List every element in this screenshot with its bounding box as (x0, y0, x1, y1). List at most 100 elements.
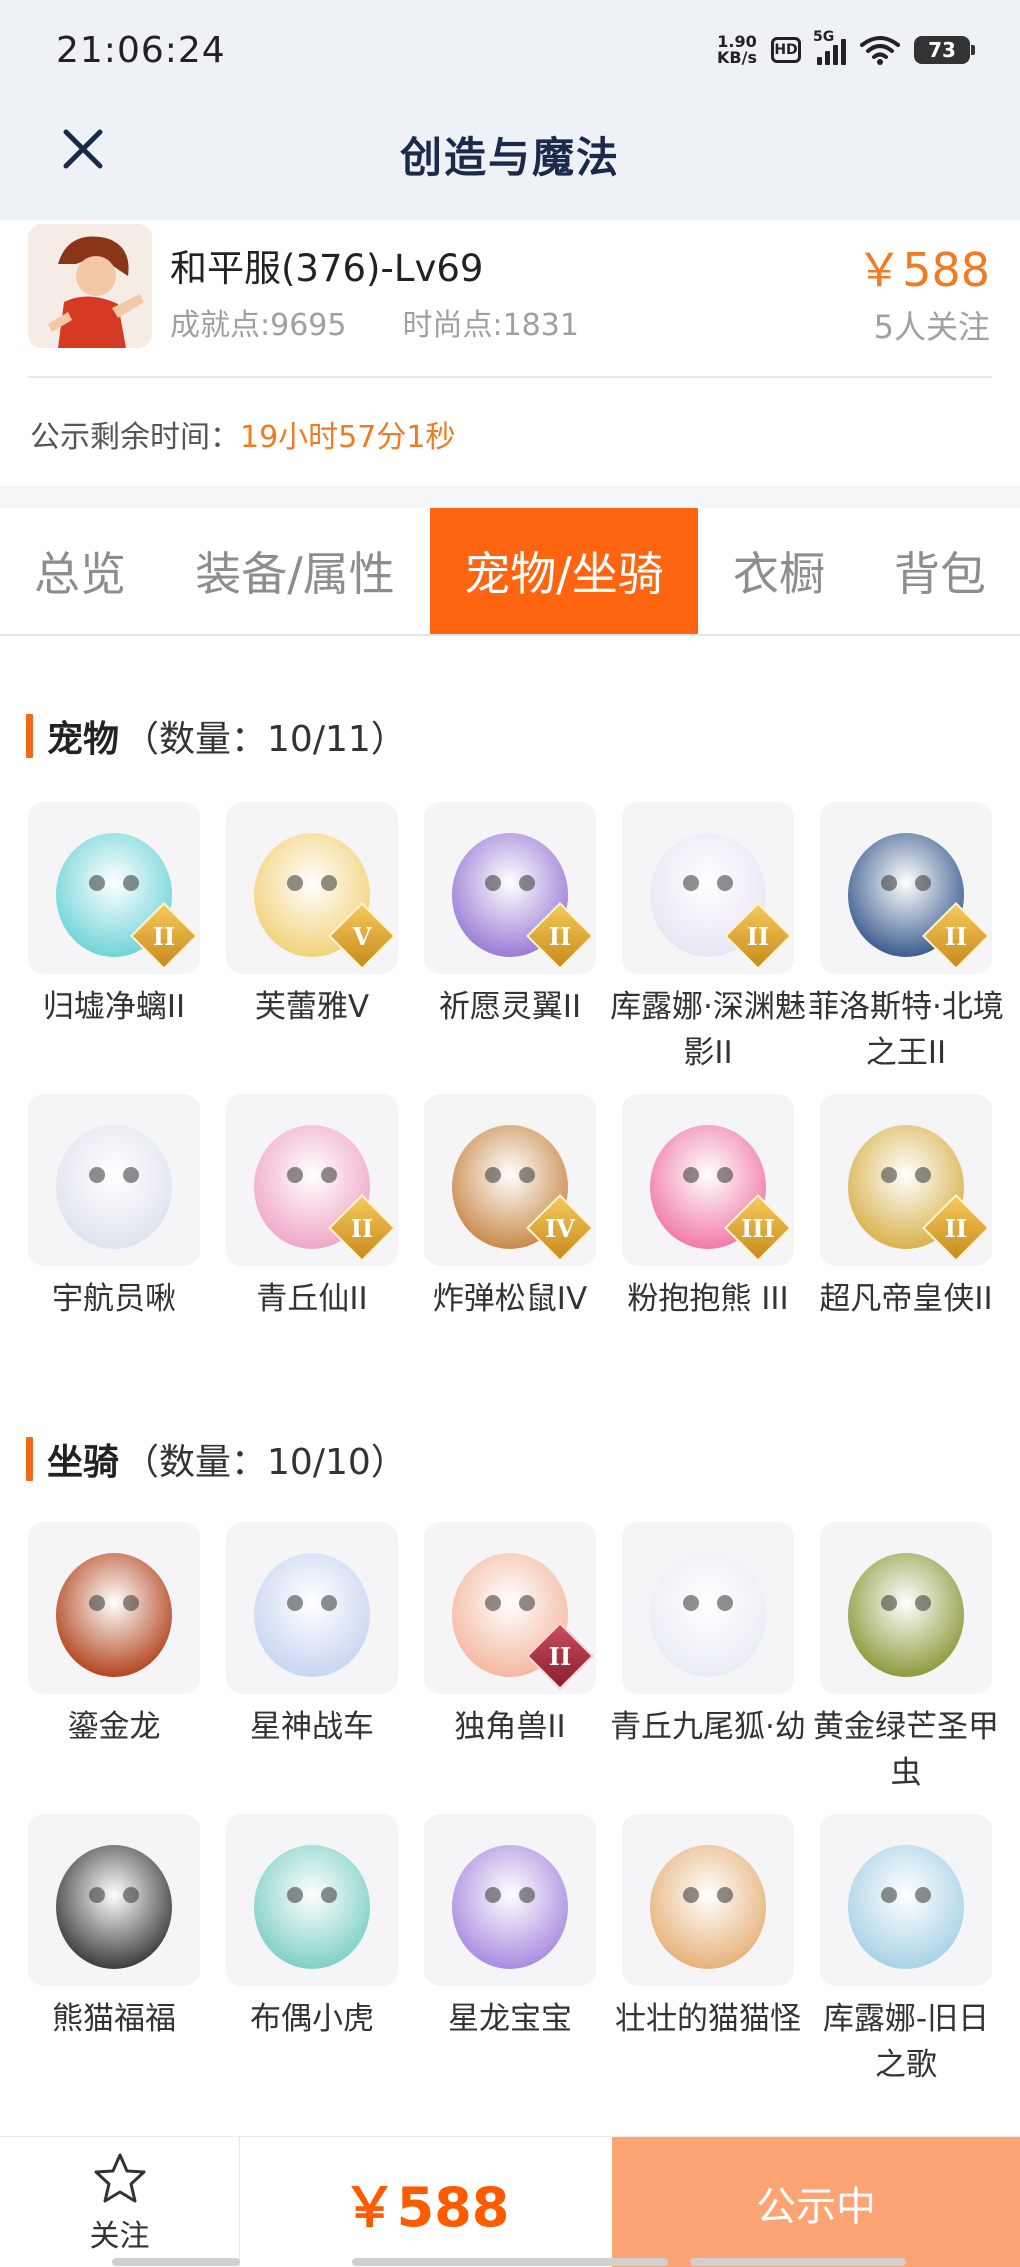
mount-thumbnail (424, 1814, 596, 1986)
status-icons: 1.90 KB/s HD 5G 73 (717, 29, 975, 67)
pet-name: 超凡帝皇侠II (819, 1281, 993, 1317)
mount-name: 星神战车 (250, 1709, 374, 1745)
pet-thumbnail: V (226, 802, 398, 974)
account-price: ￥588 (856, 243, 990, 297)
signal-icon: 5G (813, 29, 846, 65)
mount-name: 青丘九尾狐·幼 (610, 1709, 806, 1745)
tab-bar: 总览 装备/属性 宠物/坐骑 衣橱 背包 (0, 508, 1020, 636)
pet-item[interactable]: II 祈愿灵翼II (424, 802, 596, 1030)
pet-item[interactable]: II 菲洛斯特·北境之王II (808, 802, 1004, 1076)
pet-name: 库露娜·深渊魅影II (610, 989, 806, 1071)
mount-name: 鎏金龙 (67, 1709, 161, 1745)
mounts-section-title: 坐骑 （数量：10/10） (26, 1433, 407, 1485)
pet-name: 祈愿灵翼II (438, 989, 582, 1025)
mount-name: 黄金绿芒圣甲虫 (813, 1709, 999, 1791)
achievement-points: 成就点:9695 (170, 308, 347, 343)
pet-name: 炸弹松鼠IV (432, 1281, 588, 1317)
pet-name: 青丘仙II (256, 1281, 368, 1317)
pet-thumbnail: II (424, 802, 596, 974)
tab-pets-mounts[interactable]: 宠物/坐骑 (430, 508, 698, 634)
pet-thumbnail: II (226, 1094, 398, 1266)
divider (28, 376, 992, 378)
account-points: 成就点:9695 时尚点:1831 (170, 300, 579, 344)
bottom-bar: 关注 ￥588 公示中 (0, 2136, 1020, 2267)
pet-item[interactable]: III 粉抱抱熊 III (622, 1094, 794, 1322)
status-time: 21:06:24 (56, 30, 226, 71)
mount-name: 布偶小虎 (250, 2001, 374, 2037)
mount-item[interactable]: II 独角兽II (424, 1522, 596, 1750)
follow-button[interactable]: 关注 (0, 2137, 240, 2267)
account-name: 和平服(376)-Lv69 (170, 247, 484, 290)
pet-item[interactable]: V 芙蕾雅V (226, 802, 398, 1030)
mount-name: 壮壮的猫猫怪 (615, 2001, 801, 2037)
top-area: 21:06:24 1.90 KB/s HD 5G 73 创造与魔法 (0, 0, 1020, 220)
follower-count: 5人关注 (873, 308, 990, 346)
battery-icon: 73 (914, 36, 975, 64)
pet-thumbnail: II (28, 802, 200, 974)
pet-thumbnail: III (622, 1094, 794, 1266)
mount-thumbnail (28, 1522, 200, 1694)
pet-name: 粉抱抱熊 III (627, 1281, 789, 1317)
mount-thumbnail (28, 1814, 200, 1986)
net-speed: 1.90 KB/s (717, 32, 757, 67)
account-card: 和平服(376)-Lv69 成就点:9695 时尚点:1831 ￥588 5人关… (0, 220, 1020, 506)
mount-item[interactable]: 鎏金龙 (28, 1522, 200, 1750)
divider-band (0, 486, 1020, 508)
pet-thumbnail: II (820, 802, 992, 974)
pet-thumbnail (28, 1094, 200, 1266)
mount-name: 独角兽II (454, 1709, 566, 1745)
mount-thumbnail (226, 1814, 398, 1986)
page-title: 创造与魔法 (399, 133, 620, 182)
home-indicator (112, 2258, 240, 2266)
mount-item[interactable]: 青丘九尾狐·幼 (610, 1522, 806, 1750)
status-button[interactable]: 公示中 (612, 2137, 1020, 2267)
mount-thumbnail (820, 1522, 992, 1694)
status-bar: 21:06:24 1.90 KB/s HD 5G 73 (0, 0, 1020, 108)
mount-item[interactable]: 黄金绿芒圣甲虫 (813, 1522, 999, 1796)
tab-wardrobe[interactable]: 衣橱 (698, 508, 860, 634)
hd-icon: HD (771, 37, 801, 63)
tab-backpack[interactable]: 背包 (860, 508, 1020, 634)
mount-item[interactable]: 库露娜-旧日之歌 (820, 1814, 992, 2088)
mount-item[interactable]: 熊猫福福 (28, 1814, 200, 2042)
wifi-icon (860, 36, 900, 65)
tab-overview[interactable]: 总览 (0, 508, 160, 634)
mount-thumbnail (820, 1814, 992, 1986)
mount-item[interactable]: 星龙宝宝 (424, 1814, 596, 2042)
mount-name: 库露娜-旧日之歌 (822, 2001, 990, 2083)
tab-equipment[interactable]: 装备/属性 (160, 508, 430, 634)
mount-thumbnail (226, 1522, 398, 1694)
fashion-points: 时尚点:1831 (402, 308, 579, 343)
mount-item[interactable]: 布偶小虎 (226, 1814, 398, 2042)
pet-item[interactable]: II 青丘仙II (226, 1094, 398, 1322)
mount-name: 熊猫福福 (52, 2001, 176, 2037)
bottom-price: ￥588 (342, 2176, 510, 2239)
pet-thumbnail: II (622, 802, 794, 974)
follow-label: 关注 (89, 2218, 150, 2254)
pets-section-title: 宠物 （数量：10/11） (26, 710, 407, 762)
pet-item[interactable]: IV 炸弹松鼠IV (424, 1094, 596, 1322)
mount-thumbnail: II (424, 1522, 596, 1694)
pet-name: 芙蕾雅V (254, 989, 370, 1025)
pet-thumbnail: IV (424, 1094, 596, 1266)
home-indicator (352, 2258, 668, 2266)
header: 创造与魔法 (0, 108, 1020, 220)
pet-name: 菲洛斯特·北境之王II (808, 989, 1004, 1071)
pet-item[interactable]: II 库露娜·深渊魅影II (610, 802, 806, 1076)
home-indicator (690, 2258, 906, 2266)
remaining-time-value: 19小时57分1秒 (240, 420, 456, 455)
mount-name: 星龙宝宝 (448, 2001, 572, 2037)
pet-item[interactable]: II 归墟净螭II (28, 802, 200, 1030)
pet-name: 宇航员啾 (52, 1281, 176, 1317)
mount-thumbnail (622, 1814, 794, 1986)
mount-item[interactable]: 壮壮的猫猫怪 (615, 1814, 801, 2042)
avatar (28, 224, 152, 348)
remaining-time: 公示剩余时间：19小时57分1秒 (30, 420, 456, 455)
pet-name: 归墟净螭II (42, 989, 186, 1025)
pet-thumbnail: II (820, 1094, 992, 1266)
pet-item[interactable]: II 超凡帝皇侠II (819, 1094, 993, 1322)
mount-item[interactable]: 星神战车 (226, 1522, 398, 1750)
mount-thumbnail (622, 1522, 794, 1694)
star-icon (94, 2153, 145, 2202)
pet-item[interactable]: 宇航员啾 (28, 1094, 200, 1322)
